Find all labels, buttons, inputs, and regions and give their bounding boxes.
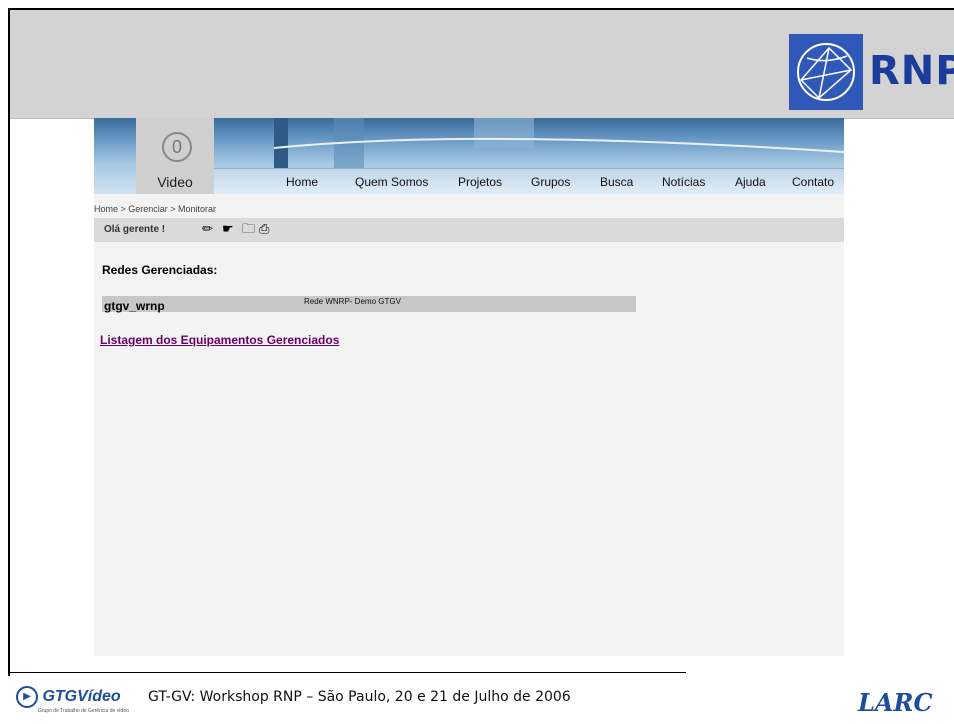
- rnp-logo: RNP: [789, 34, 954, 110]
- greeting-text: Olá gerente !: [104, 224, 166, 235]
- slide-border: [8, 8, 10, 676]
- nav-contato[interactable]: Contato: [792, 175, 834, 189]
- network-description: Rede WNRP- Demo GTGV: [304, 297, 401, 306]
- hand-icon[interactable]: ☛: [222, 222, 234, 236]
- table-row[interactable]: gtgv_wrnp Rede WNRP- Demo GTGV: [102, 296, 636, 313]
- footer-divider: [10, 672, 686, 673]
- nav-projetos[interactable]: Projetos: [458, 175, 502, 189]
- site-logo-label: Video: [157, 174, 193, 190]
- web-page: 0 Video Home Quem Somos Projetos Grupos …: [94, 118, 844, 656]
- gtg-video-logo: ▶ GTGVídeo Grupo de Trabalho de Gerência…: [16, 686, 129, 714]
- slide-border: [8, 8, 954, 10]
- nav-grupos[interactable]: Grupos: [531, 175, 570, 189]
- edit-icon[interactable]: ✏: [202, 222, 213, 236]
- gtg-logo-subtitle: Grupo de Trabalho de Gerência de vídeo: [38, 708, 129, 714]
- network-name[interactable]: gtgv_wrnp: [104, 299, 165, 313]
- nav-busca[interactable]: Busca: [600, 175, 633, 189]
- main-nav: Home Quem Somos Projetos Grupos Busca No…: [214, 168, 844, 194]
- site-logo[interactable]: 0 Video: [136, 118, 214, 194]
- user-toolbar: Olá gerente ! ✏ ☛ 🗀 ⎙: [94, 218, 844, 242]
- nav-ajuda[interactable]: Ajuda: [735, 175, 766, 189]
- gtg-logo-text: GTGVídeo: [42, 688, 121, 705]
- rnp-emblem-icon: [789, 34, 863, 110]
- footer-caption: GT-GV: Workshop RNP – São Paulo, 20 e 21…: [148, 689, 571, 705]
- lar-logo: LARC: [858, 688, 933, 717]
- breadcrumb[interactable]: Home > Gerenciar > Monitorar: [94, 204, 216, 214]
- video-dial-icon: 0: [162, 132, 192, 162]
- nav-home[interactable]: Home: [286, 175, 318, 189]
- print-icon[interactable]: ⎙: [259, 222, 269, 236]
- section-heading: Redes Gerenciadas:: [102, 263, 218, 277]
- nav-noticias[interactable]: Notícias: [662, 175, 705, 189]
- nav-quem-somos[interactable]: Quem Somos: [355, 175, 428, 189]
- rnp-logo-text: RNP: [869, 48, 954, 94]
- folder-icon[interactable]: 🗀: [242, 222, 255, 236]
- equipment-list-link[interactable]: Listagem dos Equipamentos Gerenciados: [100, 333, 339, 347]
- site-banner: 0 Video Home Quem Somos Projetos Grupos …: [94, 118, 844, 194]
- play-icon: ▶: [16, 686, 38, 708]
